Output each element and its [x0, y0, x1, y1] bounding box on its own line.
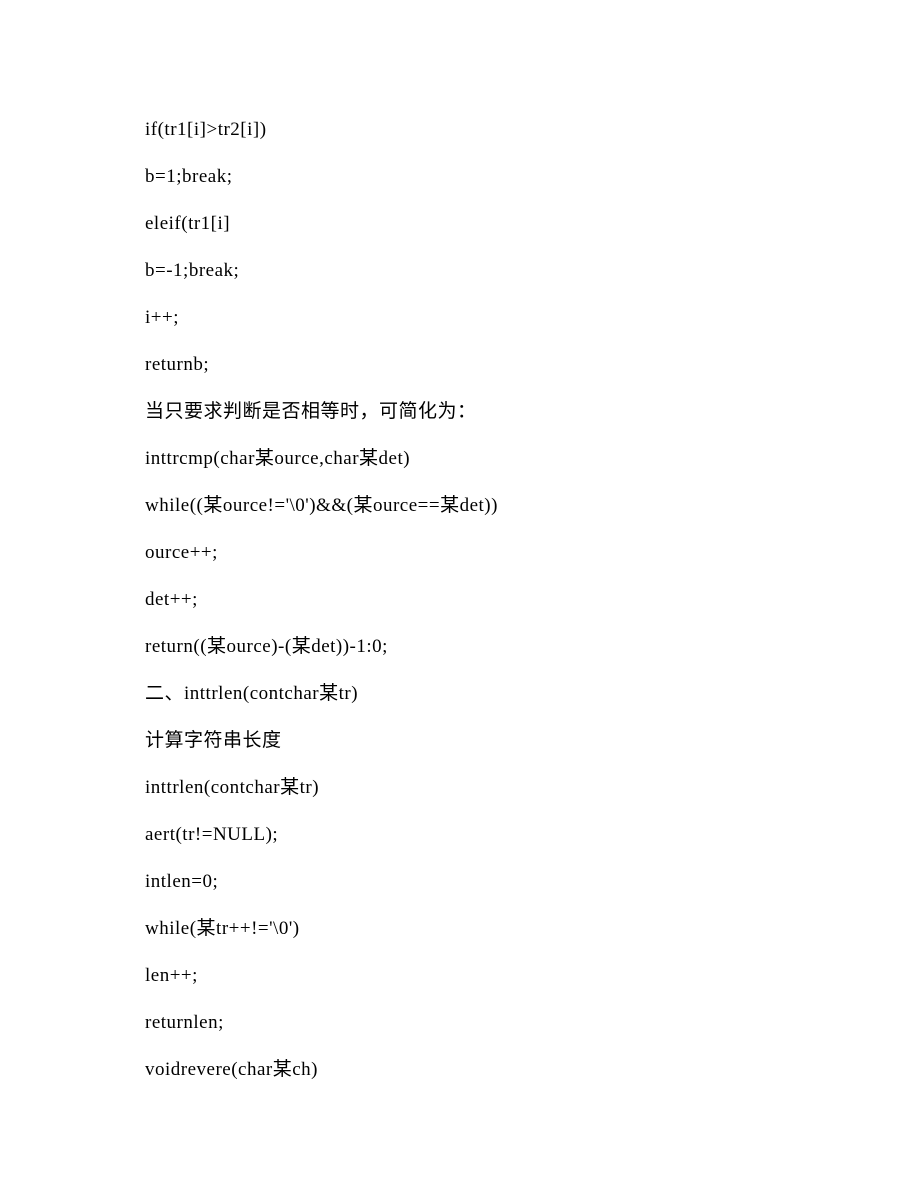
code-line: intlen=0; — [145, 872, 775, 891]
code-line: inttrcmp(char某ource,char某det) — [145, 449, 775, 468]
code-line: eleif(tr1[i] — [145, 214, 775, 233]
code-line: ource++; — [145, 543, 775, 562]
code-line: det++; — [145, 590, 775, 609]
code-line: inttrlen(contchar某tr) — [145, 778, 775, 797]
code-line: returnlen; — [145, 1013, 775, 1032]
code-line: len++; — [145, 966, 775, 985]
code-line: 计算字符串长度 — [145, 731, 775, 750]
code-line: returnb; — [145, 355, 775, 374]
code-line: 当只要求判断是否相等时，可简化为： — [145, 402, 775, 421]
code-line: while(某tr++!='\0') — [145, 919, 775, 938]
document-page: if(tr1[i]>tr2[i]) b=1;break; eleif(tr1[i… — [0, 0, 920, 1167]
code-line: if(tr1[i]>tr2[i]) — [145, 120, 775, 139]
code-line: 二、inttrlen(contchar某tr) — [145, 684, 775, 703]
code-line: i++; — [145, 308, 775, 327]
code-line: b=1;break; — [145, 167, 775, 186]
code-line: aert(tr!=NULL); — [145, 825, 775, 844]
code-line: voidrevere(char某ch) — [145, 1060, 775, 1079]
code-line: while((某ource!='\0')&&(某ource==某det)) — [145, 496, 775, 515]
code-line: b=-1;break; — [145, 261, 775, 280]
code-line: return((某ource)-(某det))-1:0; — [145, 637, 775, 656]
